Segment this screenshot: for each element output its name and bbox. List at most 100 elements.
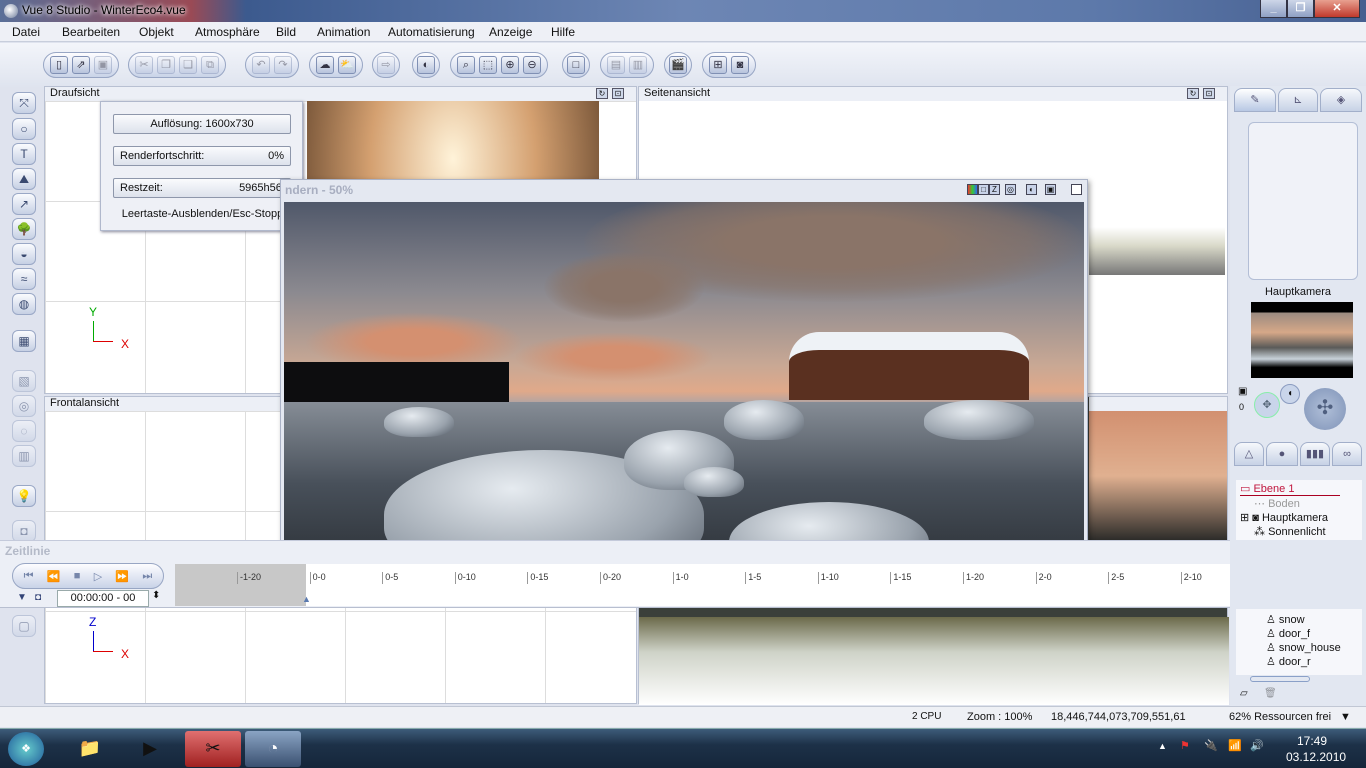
frame-icon[interactable]: □	[567, 56, 585, 74]
planet-icon[interactable]: ◍	[12, 293, 36, 315]
close-button[interactable]: ✕	[1314, 0, 1360, 18]
zoom-out-icon[interactable]: ⊖	[523, 56, 541, 74]
render-display-icon[interactable]: ◐	[1026, 184, 1037, 195]
menu-datei[interactable]: Datei	[12, 25, 40, 39]
time-cursor-icon[interactable]: ▲	[302, 594, 311, 604]
menu-atmosphaere[interactable]: Atmosphäre	[195, 25, 260, 39]
water-icon[interactable]: ≈	[12, 268, 36, 290]
rock-icon[interactable]: ◒	[12, 243, 36, 265]
undo-icon[interactable]: ↶	[252, 56, 270, 74]
network-icon[interactable]: 📶	[1228, 739, 1242, 752]
redo-icon[interactable]: ↷	[274, 56, 292, 74]
go-to-end-icon[interactable]: ⏭	[142, 570, 152, 583]
menu-anzeige[interactable]: Anzeige	[489, 25, 532, 39]
current-time-field[interactable]: 00:00:00 - 00	[57, 590, 149, 607]
align-icon[interactable]: ▥	[12, 445, 36, 467]
start-button[interactable]: ❖	[8, 732, 44, 766]
render-clapper-icon[interactable]: 🎬	[669, 56, 687, 74]
open-file-icon[interactable]: ⇗	[72, 56, 90, 74]
keyframe-filter-icon[interactable]: ▼	[17, 592, 27, 603]
duplicate-icon[interactable]: ⧉	[201, 56, 219, 74]
delete-layer-icon[interactable]: 🗑	[1264, 688, 1277, 699]
show-hidden-icons[interactable]: ▲	[1158, 741, 1167, 751]
play-icon[interactable]: ▷	[94, 570, 102, 583]
new-layer-icon[interactable]: ▱	[1240, 688, 1248, 699]
load-atmosphere-icon[interactable]: ☁	[316, 56, 334, 74]
zoom-in-icon[interactable]: ⊕	[501, 56, 519, 74]
menu-bearbeiten[interactable]: Bearbeiten	[62, 25, 120, 39]
new-file-icon[interactable]: ▯	[50, 56, 68, 74]
stop-icon[interactable]: ■	[74, 570, 81, 582]
rgb-channel-icon[interactable]	[967, 184, 978, 195]
minimize-button[interactable]: _	[1260, 0, 1287, 18]
tab-links-icon[interactable]: ∞	[1332, 442, 1362, 466]
tree-item[interactable]: ♙ door_f	[1266, 627, 1310, 640]
metablob-icon[interactable]: ◎	[12, 395, 36, 417]
menu-bild[interactable]: Bild	[276, 25, 296, 39]
clock-date[interactable]: 03.12.2010	[1286, 750, 1346, 764]
tab-world-browser-icon[interactable]: △	[1234, 442, 1264, 466]
paste-icon[interactable]: ❏	[179, 56, 197, 74]
camera-move-control[interactable]: ✣	[1304, 388, 1346, 430]
render-window[interactable]: ndern - 50% □ Z ◎ ◐ ▣	[280, 179, 1088, 573]
maximize-button[interactable]: ❐	[1287, 0, 1314, 18]
copy-icon[interactable]: ❐	[157, 56, 175, 74]
plant-icon[interactable]: 🌳	[12, 218, 36, 240]
menu-animation[interactable]: Animation	[317, 25, 370, 39]
zoom-region-icon[interactable]: ⬚	[479, 56, 497, 74]
camera-rotate-control[interactable]: ◖	[1280, 384, 1300, 404]
rewind-icon[interactable]: ⏪	[47, 570, 61, 583]
timeline-ruler[interactable]: -1-20 0-0 0-5 0-10 0-15 0-20 1-0 1-5 1-10 1-15 1-2…	[175, 564, 1366, 606]
terrain-icon[interactable]: ⛰	[12, 168, 36, 190]
volume-icon[interactable]: 🔊	[1250, 739, 1264, 752]
viewport-menu-icon[interactable]: ↻	[1187, 88, 1199, 99]
material-icon[interactable]: ◐	[417, 56, 435, 74]
fast-forward-icon[interactable]: ⏩	[115, 570, 129, 583]
action-center-icon[interactable]: ⚑	[1180, 739, 1190, 752]
misc-tool-icon[interactable]: ▢	[12, 615, 36, 637]
vue-taskbar-icon[interactable]: ◔	[245, 731, 301, 767]
tree-item-light[interactable]: ⁂ Sonnenlicht	[1254, 525, 1326, 538]
render-close-icon[interactable]	[1071, 184, 1082, 195]
render-camera-icon[interactable]: ◙	[731, 56, 749, 74]
alpha-channel-icon[interactable]: □	[978, 184, 989, 195]
tree-horizontal-scrollbar[interactable]	[1250, 676, 1310, 682]
clock-time[interactable]: 17:49	[1297, 734, 1327, 748]
zoom-fit-icon[interactable]: ⌕	[457, 56, 475, 74]
media-player-taskbar-icon[interactable]: ▶	[122, 731, 178, 767]
menu-hilfe[interactable]: Hilfe	[551, 25, 575, 39]
go-to-start-icon[interactable]: ⏮	[24, 570, 34, 583]
tree-item[interactable]: ♙ snow_house	[1266, 641, 1341, 654]
camera-pan-control[interactable]: ✥	[1254, 392, 1280, 418]
save-render-icon[interactable]: ▣	[1045, 184, 1056, 195]
snipping-taskbar-icon[interactable]: ✂	[185, 731, 241, 767]
depth-channel-icon[interactable]: Z	[989, 184, 1000, 195]
atmosphere-editor-icon[interactable]: ⛅	[338, 56, 356, 74]
tree-item-layer[interactable]: ▭ Ebene 1	[1240, 482, 1340, 496]
menu-automatisierung[interactable]: Automatisierung	[388, 25, 475, 39]
save-icon[interactable]: ▣	[94, 56, 112, 74]
select-tool-icon[interactable]: ⤧	[12, 92, 36, 114]
tab-materials-icon[interactable]: ●	[1266, 442, 1298, 466]
path-icon[interactable]: ↗	[12, 193, 36, 215]
viewport-menu-icon[interactable]: ↻	[596, 88, 608, 99]
film-icon[interactable]: ▤	[607, 56, 625, 74]
light-bulb-icon[interactable]: 💡	[12, 485, 36, 507]
library-icon[interactable]: ▦	[12, 330, 36, 352]
tree-item[interactable]: ♙ snow	[1266, 613, 1305, 626]
boolean-icon[interactable]: ▧	[12, 370, 36, 392]
viewport-maximize-icon[interactable]: ⊡	[1203, 88, 1215, 99]
menu-objekt[interactable]: Objekt	[139, 25, 174, 39]
time-spinner-icon[interactable]: ⬍	[152, 590, 160, 601]
tree-item-ground[interactable]: ⋯ Boden	[1254, 497, 1300, 510]
tab-library-icon[interactable]: ▮▮▮	[1300, 442, 1330, 466]
film-settings-icon[interactable]: ▥	[629, 56, 647, 74]
tree-item-camera[interactable]: ⊞ ◙ Hauptkamera	[1240, 511, 1328, 524]
sphere-icon[interactable]: ○	[12, 118, 36, 140]
tab-aspect-icon[interactable]: ◈	[1320, 88, 1362, 112]
keyframe-options-icon[interactable]: ◘	[35, 592, 41, 603]
viewport-maximize-icon[interactable]: ⊡	[612, 88, 624, 99]
camera-tool-icon[interactable]: ◘	[12, 520, 36, 542]
power-icon[interactable]: 🔌	[1204, 739, 1218, 752]
text-tool-icon[interactable]: T	[12, 143, 36, 165]
